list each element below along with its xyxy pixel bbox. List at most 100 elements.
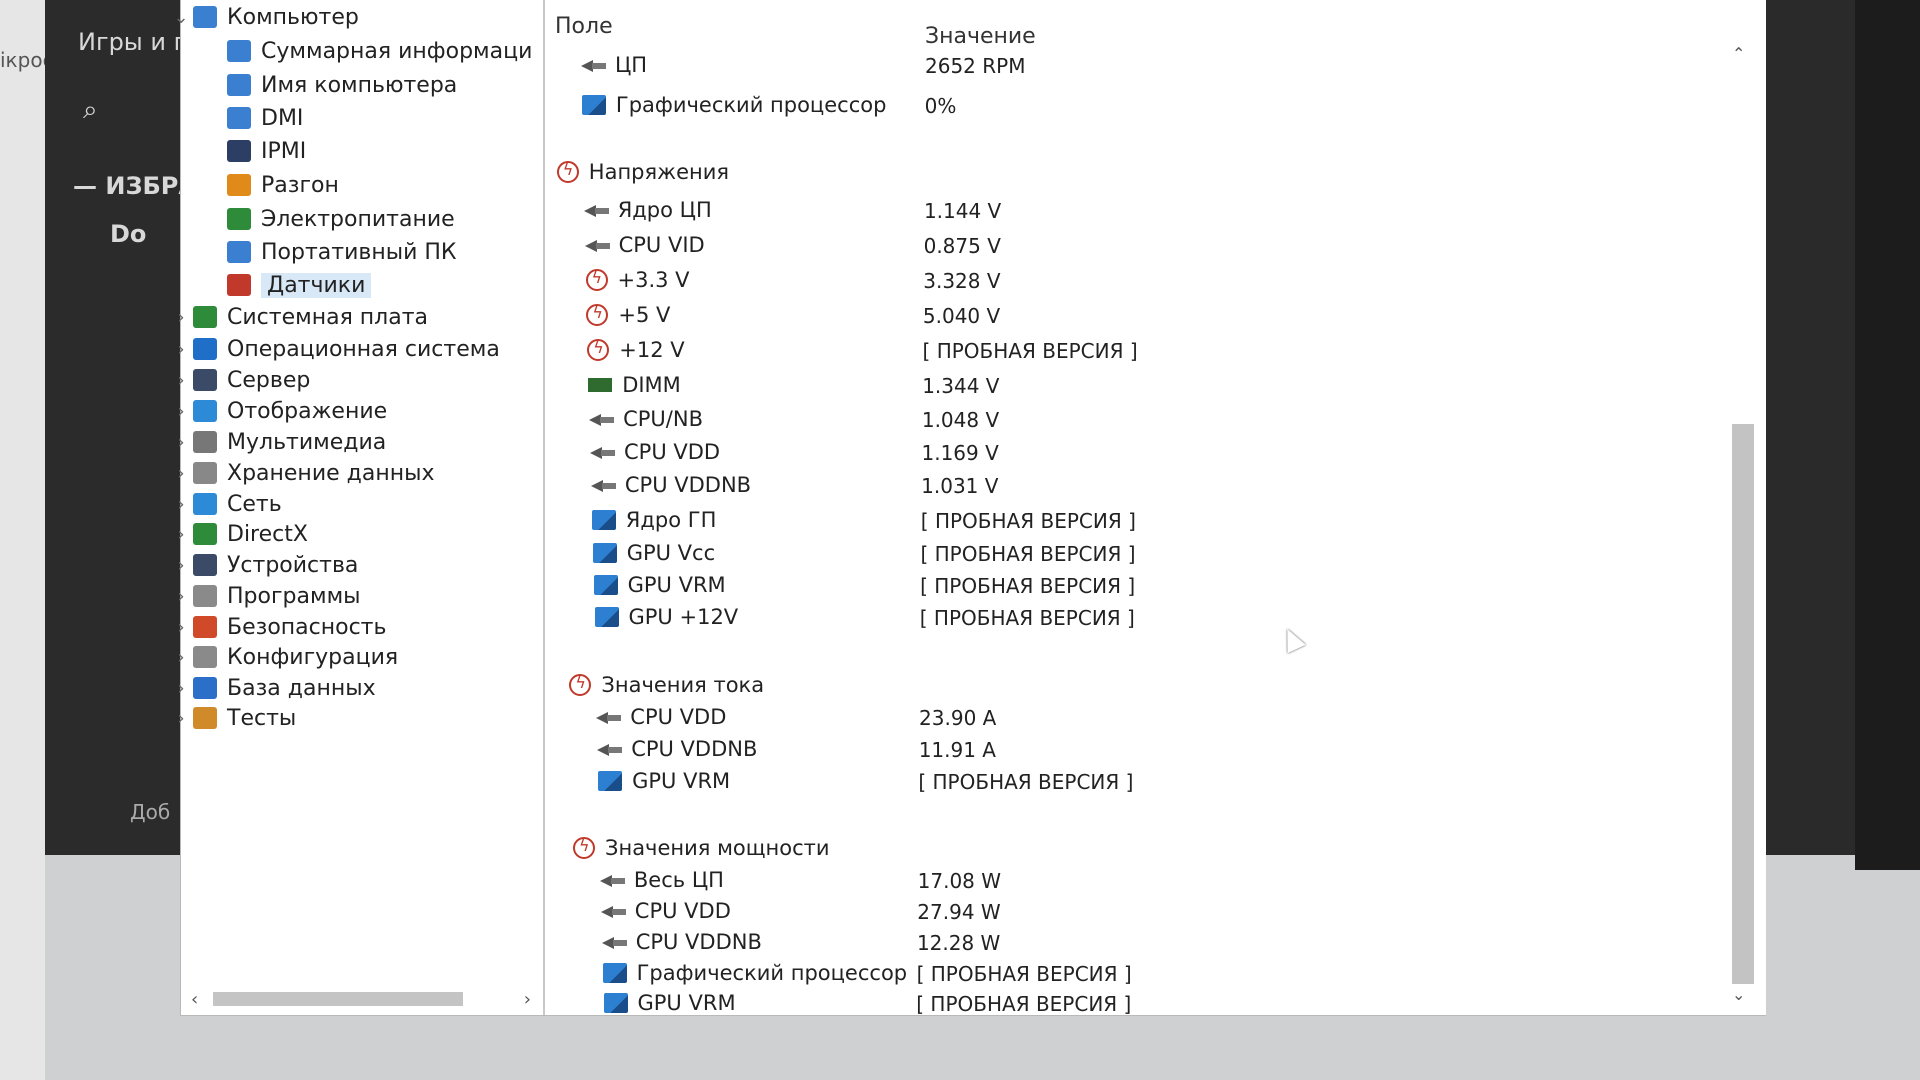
chevron-right-icon[interactable]: › (169, 617, 193, 638)
sensor-group-header[interactable]: Напряжения (556, 157, 729, 187)
tree-item-label: Имя компьютера (261, 72, 458, 98)
tree-item[interactable]: › Программы (169, 581, 360, 611)
sensor-field-label: DIMM (622, 373, 681, 397)
tree-item[interactable]: › Мультимедиа (169, 427, 386, 457)
tests-icon (193, 707, 217, 729)
scroll-up-icon[interactable]: ⌃ (1732, 44, 1745, 63)
sensor-value: [ ПРОБНАЯ ВЕРСИЯ ] (916, 962, 1132, 986)
tree-item[interactable]: IPMI (203, 136, 306, 166)
sensor-row[interactable]: CPU VID (584, 230, 705, 260)
chevron-right-icon[interactable]: › (169, 401, 193, 422)
sensor-row[interactable]: +12 V (587, 335, 685, 365)
sensor-row[interactable]: CPU VDD (600, 896, 731, 926)
tree-item[interactable]: › Сеть (169, 489, 281, 519)
sensor-row[interactable]: GPU VRM (603, 988, 736, 1018)
chevron-down-icon[interactable]: ⌄ (169, 7, 193, 28)
tree-item-label: Мультимедиа (227, 429, 387, 455)
sensor-row[interactable]: CPU VDD (596, 702, 726, 732)
sensor-row[interactable]: CPU/NB (589, 404, 703, 434)
sensor-row[interactable]: Графический процессор (581, 90, 886, 120)
sensor-row[interactable]: DIMM (588, 370, 681, 400)
tree-item[interactable]: › Сервер (169, 365, 310, 395)
chevron-right-icon[interactable]: › (169, 678, 193, 699)
devices-icon (193, 554, 217, 576)
sensor-value: 1.144 V (923, 199, 1002, 223)
tree-item-label: Сервер (227, 367, 311, 393)
sensor-row[interactable]: +5 V (586, 300, 670, 330)
security-icon (193, 616, 217, 638)
chevron-right-icon[interactable]: › (169, 647, 193, 668)
tree-item[interactable]: › Безопасность (169, 612, 386, 642)
tree-item[interactable]: › Операционная система (169, 334, 499, 364)
sensor-row[interactable]: GPU VRM (598, 766, 730, 796)
tree-item[interactable]: › Тесты (169, 703, 296, 733)
sensor-row[interactable]: +3.3 V (585, 265, 690, 295)
sensor-row[interactable]: ЦП (581, 50, 647, 80)
search-icon[interactable]: ⌕ (83, 95, 98, 126)
sensor-row[interactable]: Графический процессор (602, 958, 907, 988)
voltage-icon (573, 836, 595, 859)
tree-item[interactable]: Разгон (203, 170, 339, 200)
chevron-right-icon[interactable]: › (169, 307, 193, 328)
chevron-right-icon[interactable]: › (169, 432, 193, 453)
background-app-bottom-item[interactable]: Доб (130, 800, 170, 824)
tree-item[interactable]: Имя компьютера (203, 70, 457, 100)
sensor-row[interactable]: CPU VDDNB (601, 927, 762, 957)
tree-item[interactable]: Электропитание (203, 204, 455, 234)
sensor-row[interactable]: GPU Vcc (592, 538, 715, 568)
sensor-group-header[interactable]: Значения тока (569, 670, 764, 700)
chevron-right-icon[interactable]: › (169, 370, 193, 391)
sensor-field-label: CPU VDDNB (631, 737, 758, 761)
scroll-right-icon[interactable]: › (524, 989, 531, 1010)
ipmi-icon (227, 140, 251, 162)
sensor-row[interactable]: Ядро ГП (591, 505, 716, 535)
column-header-field[interactable]: Поле (555, 14, 613, 39)
tree-item[interactable]: › Отображение (169, 396, 387, 426)
scroll-left-icon[interactable]: ‹ (191, 989, 198, 1010)
chevron-right-icon[interactable]: › (169, 708, 193, 729)
chevron-right-icon[interactable]: › (169, 555, 193, 576)
sensor-row[interactable]: GPU VRM (593, 570, 726, 600)
tree-item-label: Компьютер (227, 4, 359, 30)
sensor-value: 0.875 V (923, 234, 1001, 258)
sensor-row[interactable]: Ядро ЦП (583, 195, 712, 225)
tree-item[interactable]: › База данных (169, 673, 375, 703)
chevron-right-icon[interactable]: › (169, 494, 193, 515)
tree-item[interactable]: › DirectX (169, 519, 308, 549)
background-app-item[interactable]: Do (110, 220, 146, 248)
chevron-right-icon[interactable]: › (169, 524, 193, 545)
chevron-right-icon[interactable]: › (169, 586, 193, 607)
programs-icon (193, 585, 217, 607)
tree-item[interactable]: Суммарная информаци (203, 36, 532, 66)
scroll-down-icon[interactable]: ⌄ (1732, 985, 1745, 1004)
sensor-row[interactable]: Весь ЦП (599, 865, 724, 895)
horizontal-scroll-thumb[interactable] (213, 992, 463, 1006)
tree-horizontal-scrollbar[interactable]: ‹ › (191, 988, 531, 1010)
summary-icon (227, 40, 251, 62)
directx-icon (193, 523, 217, 545)
column-header-value[interactable]: Значение (925, 24, 1036, 49)
tree-item[interactable]: Датчики (203, 270, 372, 300)
tree-item[interactable]: › Системная плата (169, 302, 428, 332)
tree-item[interactable]: › Устройства (169, 550, 358, 580)
tree-item[interactable]: DMI (203, 103, 303, 133)
sensor-row[interactable]: CPU VDD (590, 437, 720, 467)
tree-item[interactable]: › Хранение данных (169, 458, 434, 488)
power-icon (227, 208, 251, 230)
sensor-row[interactable]: CPU VDDNB (590, 470, 751, 500)
computer-icon (193, 6, 217, 28)
vertical-scroll-thumb[interactable] (1732, 424, 1754, 984)
tree-item[interactable]: › Конфигурация (169, 642, 398, 672)
sensor-row[interactable]: CPU VDDNB (597, 734, 757, 764)
list-vertical-scrollbar[interactable]: ⌃ ⌄ (1730, 44, 1754, 1004)
sensor-field-label: CPU VDD (634, 899, 731, 923)
sensor-group-header[interactable]: Значения мощности (573, 833, 830, 863)
chevron-right-icon[interactable]: › (169, 463, 193, 484)
tree-item-label: DirectX (227, 521, 308, 547)
chevron-right-icon[interactable]: › (169, 339, 193, 360)
sensor-arrow-icon (590, 445, 615, 459)
tree-item[interactable]: Портативный ПК (203, 237, 457, 267)
tree-item[interactable]: ⌄ Компьютер (169, 2, 359, 32)
sensor-row[interactable]: GPU +12V (594, 602, 738, 632)
network-icon (193, 493, 217, 515)
